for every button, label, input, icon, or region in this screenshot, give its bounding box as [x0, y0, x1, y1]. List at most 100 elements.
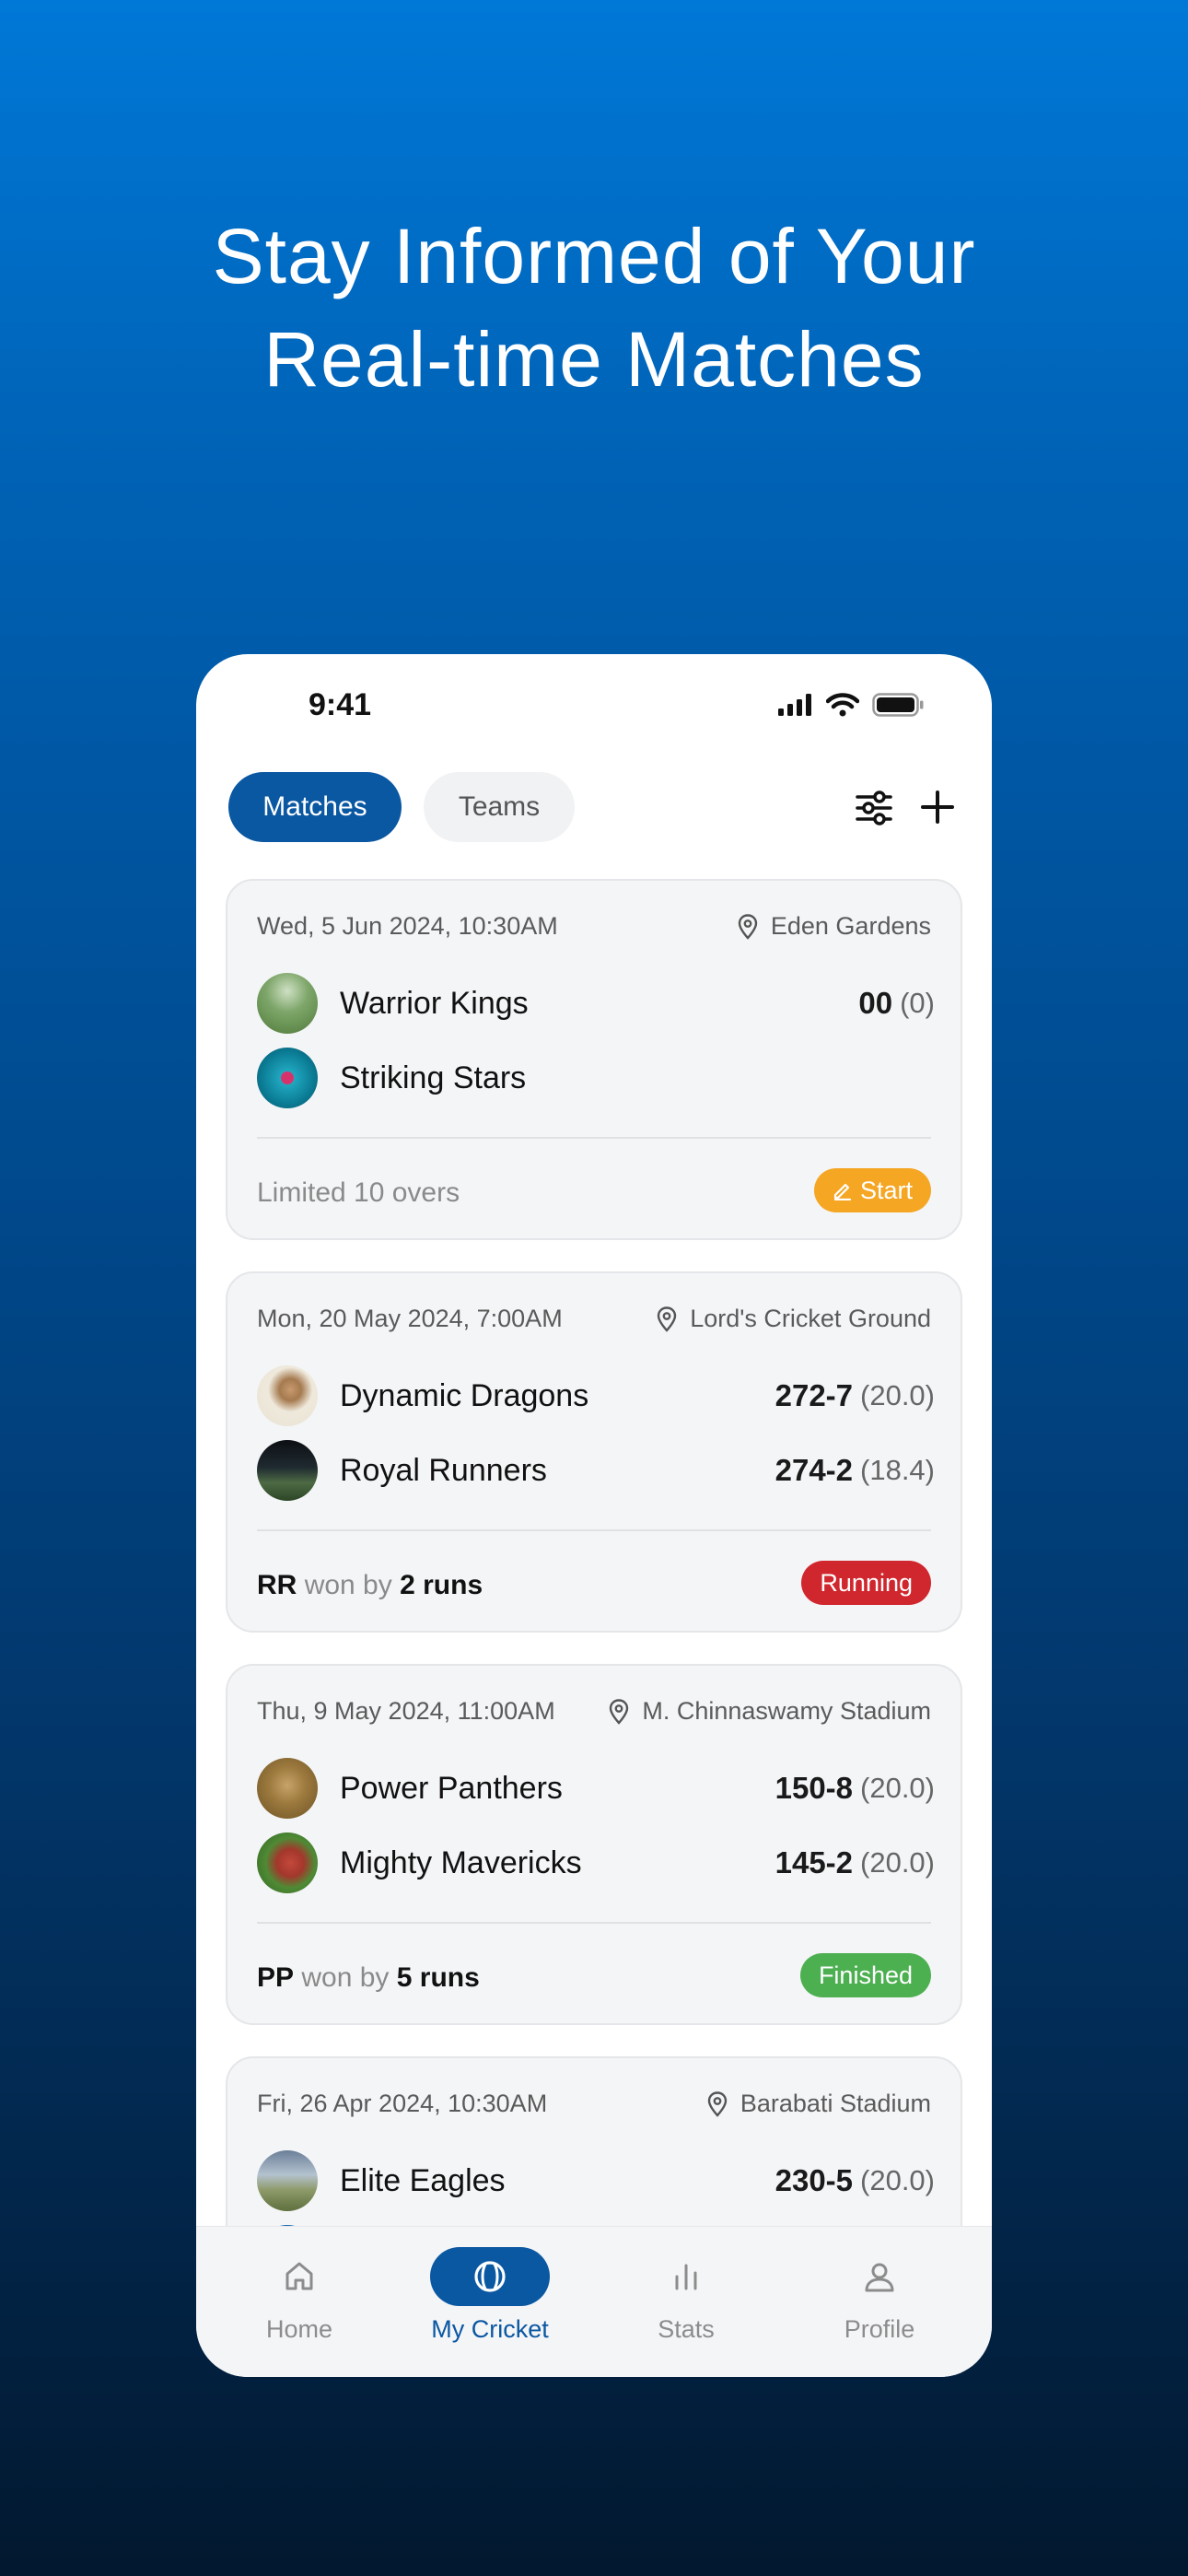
match-venue: Barabati Stadium	[707, 2090, 931, 2118]
location-pin-icon	[707, 2090, 728, 2117]
result-text: won by	[304, 1570, 392, 1600]
team-avatar	[257, 1365, 318, 1426]
start-button[interactable]: Start	[813, 1168, 931, 1212]
tab-matches[interactable]: Matches	[228, 772, 402, 842]
location-pin-icon	[738, 913, 758, 940]
nav-my-cricket[interactable]: My Cricket	[398, 2247, 582, 2344]
team-name: Power Panthers	[340, 1770, 563, 1806]
signal-icon	[778, 694, 811, 716]
venue-name: M. Chinnaswamy Stadium	[642, 1697, 931, 1725]
headline-line-1: Stay Informed of Your	[212, 213, 976, 299]
badge-label: Running	[820, 1568, 913, 1597]
match-date: Mon, 20 May 2024, 7:00AM	[257, 1305, 563, 1332]
status-badge: Finished	[799, 1953, 931, 1997]
status-time: 9:41	[309, 687, 372, 722]
add-icon[interactable]	[915, 785, 960, 829]
filter-icon[interactable]	[855, 789, 893, 827]
battery-icon	[872, 693, 924, 717]
team-row: Dynamic Dragons 272-7 (20.0)	[257, 1365, 935, 1426]
nav-label: Profile	[844, 2315, 915, 2343]
team-name: Dynamic Dragons	[340, 1377, 589, 1413]
match-card[interactable]: Thu, 9 May 2024, 11:00AM M. Chinnaswamy …	[226, 1664, 962, 2025]
match-card[interactable]: Wed, 5 Jun 2024, 10:30AM Eden Gardens Wa…	[226, 879, 962, 1240]
team-avatar	[257, 1832, 318, 1893]
nav-profile[interactable]: Profile	[787, 2247, 972, 2344]
match-date: Wed, 5 Jun 2024, 10:30AM	[257, 912, 558, 940]
team-overs: (18.4)	[860, 1454, 935, 1486]
team-row: Power Panthers 150-8 (20.0)	[257, 1758, 935, 1819]
result-text: won by	[301, 1962, 390, 1993]
badge-label: Finished	[818, 1961, 913, 1989]
winner-abbr: RR	[257, 1570, 297, 1600]
team-overs: (20.0)	[860, 2164, 935, 2196]
nav-label: Home	[265, 2315, 333, 2343]
team-avatar	[257, 2150, 318, 2211]
cricket-ball-icon	[474, 2261, 506, 2292]
team-row: Striking Stars	[257, 1048, 935, 1108]
team-score: 145-2	[775, 1845, 854, 1879]
team-overs: (20.0)	[860, 1379, 935, 1411]
team-row: Warrior Kings 00 (0)	[257, 973, 935, 1034]
headline-line-2: Real-time Matches	[263, 316, 925, 403]
venue-name: Barabati Stadium	[740, 2090, 931, 2117]
team-name: Elite Eagles	[340, 2162, 506, 2198]
team-overs: (20.0)	[860, 1772, 935, 1804]
team-score: 00	[858, 986, 893, 1020]
bottom-nav: Home My Cricket Stats Profile	[196, 2226, 992, 2377]
team-avatar	[257, 1440, 318, 1501]
match-format: Limited 10 overs	[257, 1177, 460, 1208]
team-row: Elite Eagles 230-5 (20.0)	[257, 2150, 935, 2211]
team-avatar	[257, 1048, 318, 1108]
match-summary: RR won by 2 runs	[257, 1570, 483, 1601]
match-date: Fri, 26 Apr 2024, 10:30AM	[257, 2090, 548, 2117]
match-venue: Eden Gardens	[738, 912, 931, 941]
venue-name: Eden Gardens	[770, 912, 931, 940]
status-icons	[778, 693, 924, 717]
tab-teams[interactable]: Teams	[424, 772, 575, 842]
team-name: Striking Stars	[340, 1060, 527, 1095]
user-icon	[865, 2263, 894, 2292]
divider	[257, 1529, 931, 1531]
home-icon	[285, 2262, 313, 2290]
nav-label: My Cricket	[431, 2315, 549, 2343]
team-row: Mighty Mavericks 145-2 (20.0)	[257, 1832, 935, 1893]
nav-stats[interactable]: Stats	[594, 2247, 778, 2344]
team-row: Royal Runners 274-2 (18.4)	[257, 1440, 935, 1501]
match-date: Thu, 9 May 2024, 11:00AM	[257, 1697, 555, 1725]
team-score: 274-2	[775, 1453, 854, 1487]
win-margin: 2 runs	[400, 1570, 483, 1600]
nav-label: Stats	[658, 2315, 715, 2343]
team-name: Mighty Mavericks	[340, 1844, 582, 1880]
team-avatar	[257, 973, 318, 1034]
team-avatar	[257, 1758, 318, 1819]
team-name: Royal Runners	[340, 1452, 547, 1488]
wifi-icon	[826, 693, 859, 717]
divider	[257, 1137, 931, 1139]
team-overs: (0)	[900, 987, 935, 1019]
location-pin-icon	[658, 1306, 677, 1332]
tabs-row: Matches Teams	[228, 772, 960, 842]
badge-label: Start	[859, 1176, 913, 1204]
match-venue: Lord's Cricket Ground	[657, 1305, 931, 1333]
team-overs: (20.0)	[860, 1846, 935, 1879]
bar-chart-icon	[675, 2264, 697, 2290]
match-card[interactable]: Mon, 20 May 2024, 7:00AM Lord's Cricket …	[226, 1271, 962, 1633]
headline: Stay Informed of Your Real-time Matches	[0, 205, 1188, 411]
status-badge: Running	[801, 1561, 931, 1605]
match-summary: PP won by 5 runs	[257, 1962, 480, 1994]
location-pin-icon	[610, 1698, 629, 1725]
match-summary: Limited 10 overs	[257, 1177, 460, 1209]
edit-icon	[833, 1183, 852, 1200]
team-name: Warrior Kings	[340, 985, 529, 1021]
phone-frame: 9:41 Matches Teams Wed, 5 Jun 2024, 10:3…	[196, 654, 992, 2377]
team-score: 230-5	[775, 2163, 854, 2197]
team-score: 150-8	[775, 1771, 854, 1805]
match-venue: M. Chinnaswamy Stadium	[609, 1697, 931, 1726]
divider	[257, 1922, 931, 1924]
winner-abbr: PP	[257, 1962, 295, 1993]
status-bar: 9:41	[196, 654, 992, 765]
team-score: 272-7	[775, 1378, 854, 1412]
nav-home[interactable]: Home	[207, 2247, 391, 2344]
win-margin: 5 runs	[396, 1962, 480, 1993]
venue-name: Lord's Cricket Ground	[690, 1305, 931, 1332]
